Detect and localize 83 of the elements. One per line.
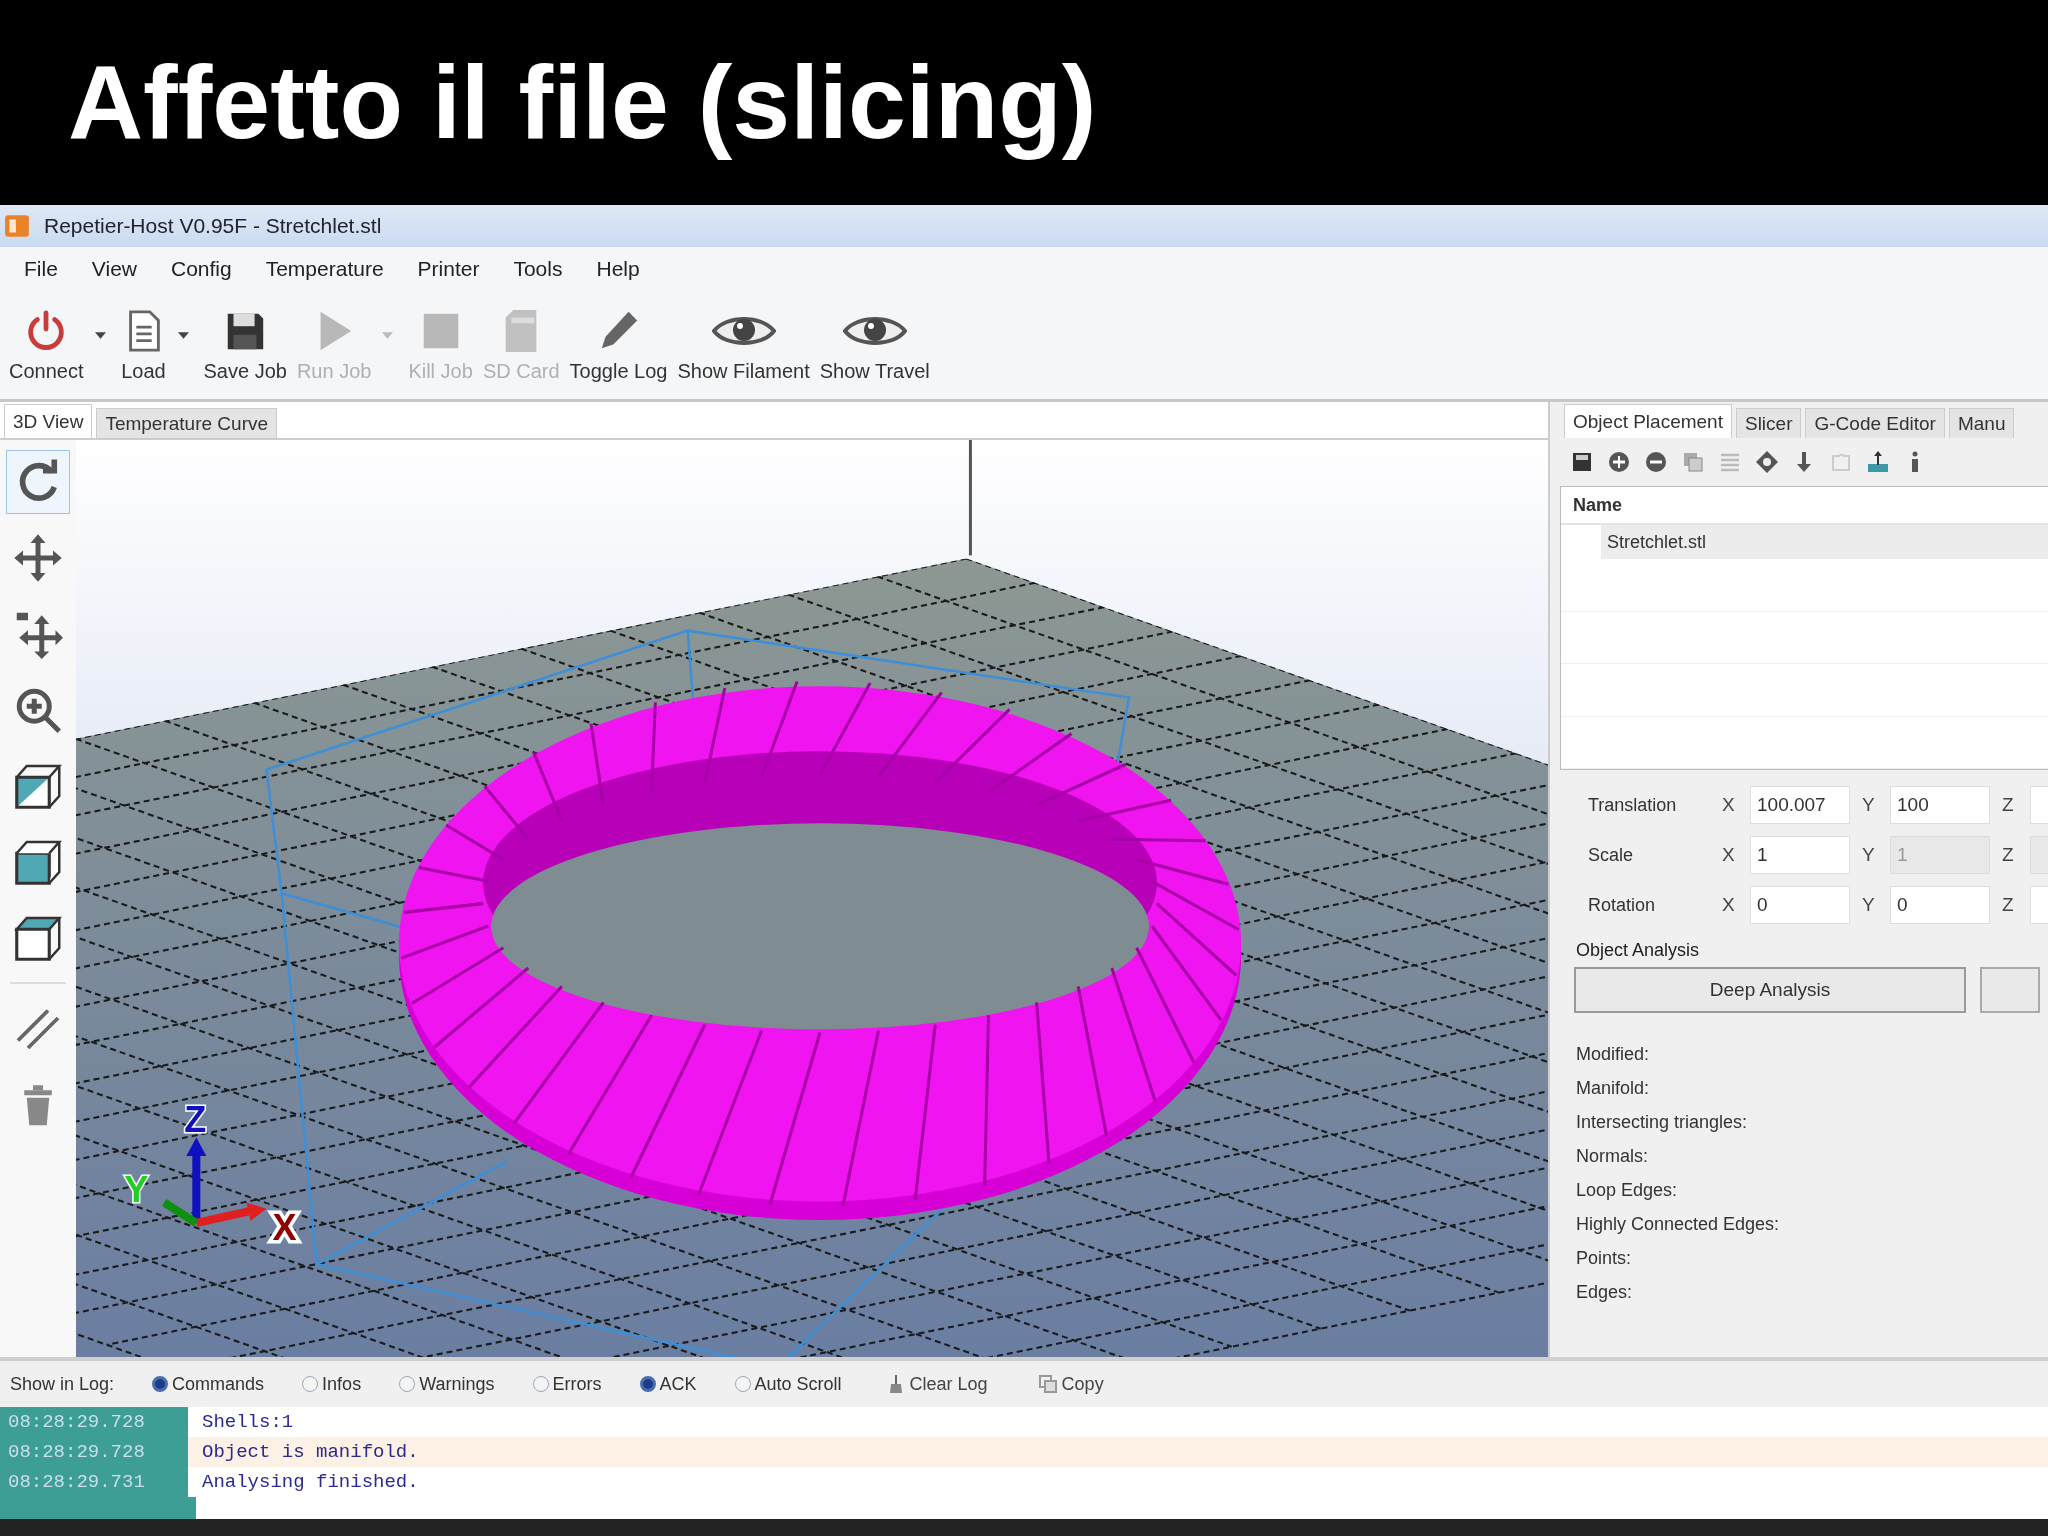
- log-filter-option[interactable]: Warnings: [399, 1373, 495, 1395]
- analysis-label: Points:: [1576, 1247, 1633, 1270]
- remove-icon[interactable]: [1644, 450, 1668, 474]
- panel-tab[interactable]: Object Placement: [1564, 404, 1732, 438]
- radio-icon[interactable]: [639, 1376, 656, 1392]
- log-filter-option[interactable]: ACK: [639, 1373, 697, 1395]
- rotate-tool-button[interactable]: [6, 450, 70, 514]
- analysis-label: Normals:: [1576, 1145, 1649, 1168]
- log-action-button[interactable]: Clear Log: [879, 1372, 994, 1396]
- object-row[interactable]: Stretchlet.stl: [1601, 525, 2048, 559]
- log-message: Analysing finished.: [201, 1470, 420, 1495]
- save-icon[interactable]: [1570, 450, 1594, 474]
- view-tab[interactable]: Temperature Curve: [96, 408, 278, 438]
- radio-icon[interactable]: [532, 1376, 549, 1392]
- toolbar-button[interactable]: Toggle Log: [564, 303, 673, 387]
- panel-tab[interactable]: Slicer: [1735, 408, 1802, 438]
- app-icon: [4, 213, 30, 239]
- center-icon[interactable]: [1755, 450, 1779, 474]
- log-message: Shells:1: [201, 1410, 295, 1435]
- bed-arrow-icon[interactable]: [1866, 450, 1890, 474]
- caption-title: Affetto il file (slicing): [68, 43, 1097, 162]
- menu-item[interactable]: File: [24, 257, 58, 281]
- axis-label: X: [1722, 844, 1736, 866]
- number-field[interactable]: 0: [1890, 886, 1990, 924]
- axis-label: Z: [2002, 894, 2015, 916]
- menu-item[interactable]: Printer: [417, 257, 480, 281]
- column-header[interactable]: Name: [1573, 494, 1623, 516]
- log-time: 08:28:29.728: [0, 1407, 188, 1437]
- number-field[interactable]: 100.007: [1750, 786, 1850, 824]
- toolbar-button[interactable]: Show Travel: [814, 303, 935, 387]
- menu-item[interactable]: Tools: [513, 257, 563, 281]
- copy-icon: [1037, 1374, 1058, 1394]
- analysis-label: Loop Edges:: [1576, 1179, 1679, 1202]
- number-field[interactable]: 1: [1750, 836, 1850, 874]
- menu-item[interactable]: Help: [596, 257, 640, 281]
- menu-item[interactable]: Temperature: [265, 257, 384, 281]
- caret-icon[interactable]: [177, 331, 189, 339]
- caret-icon[interactable]: [94, 331, 106, 339]
- move-icon: [13, 533, 63, 583]
- axis-label: X: [1722, 894, 1736, 916]
- menu-item[interactable]: View: [91, 257, 137, 281]
- analysis-label: Edges:: [1576, 1281, 1634, 1304]
- window-title: Repetier-Host V0.95F - Stretchlet.stl: [44, 214, 382, 238]
- log-filter-option[interactable]: Infos: [302, 1373, 362, 1395]
- toolbar-button[interactable]: Show Filament: [672, 303, 815, 387]
- transform-label: Translation: [1588, 794, 1678, 816]
- z-axis-label: Z: [184, 1098, 207, 1141]
- axis-label: Z: [2002, 844, 2015, 866]
- log-filter-option[interactable]: Auto Scroll: [734, 1373, 842, 1395]
- log-filter-option[interactable]: Commands: [152, 1373, 265, 1395]
- log-time: 08:28:29.728: [0, 1437, 188, 1467]
- log-filter-option[interactable]: Errors: [532, 1373, 602, 1395]
- axis-label: Y: [1862, 844, 1876, 866]
- toolbar-button[interactable]: Load: [115, 303, 172, 387]
- radio-icon[interactable]: [734, 1376, 751, 1392]
- transform-label: Scale: [1588, 844, 1635, 866]
- axis-label: Z: [2002, 794, 2015, 816]
- number-field[interactable]: 100: [1890, 786, 1990, 824]
- menu-item[interactable]: Config: [171, 257, 232, 281]
- analysis-label: Manifold:: [1576, 1077, 1651, 1100]
- view-tab[interactable]: 3D View: [4, 404, 93, 438]
- axis-label: X: [1722, 794, 1736, 816]
- analysis-label: Modified:: [1576, 1043, 1651, 1066]
- radio-icon[interactable]: [152, 1376, 169, 1392]
- axis-label: Y: [1862, 894, 1876, 916]
- number-field[interactable]: 0: [1750, 886, 1850, 924]
- axis-label: Y: [1862, 794, 1876, 816]
- toolbar-button[interactable]: Save Job: [198, 303, 292, 387]
- deep-analysis-button[interactable]: Deep Analysis: [1574, 967, 1966, 1013]
- radio-icon[interactable]: [399, 1376, 416, 1392]
- analysis-label: Intersecting triangles:: [1576, 1111, 1749, 1134]
- radio-icon[interactable]: [302, 1376, 319, 1392]
- log-action-button[interactable]: Copy: [1031, 1372, 1110, 1396]
- transform-label: Rotation: [1588, 894, 1657, 916]
- log-time: 08:28:29.731: [0, 1467, 188, 1497]
- toolbar-button[interactable]: Connect: [4, 303, 89, 387]
- add-icon[interactable]: [1607, 450, 1631, 474]
- log-filter-label: Show in Log:: [10, 1373, 115, 1395]
- panel-tab[interactable]: G-Code Editor: [1805, 408, 1945, 438]
- panel-tab[interactable]: Manu: [1948, 408, 2015, 438]
- analysis-label: Highly Connected Edges:: [1576, 1213, 1781, 1236]
- log-message: Object is manifold.: [188, 1437, 2048, 1467]
- section-title: Object Analysis: [1575, 939, 1701, 962]
